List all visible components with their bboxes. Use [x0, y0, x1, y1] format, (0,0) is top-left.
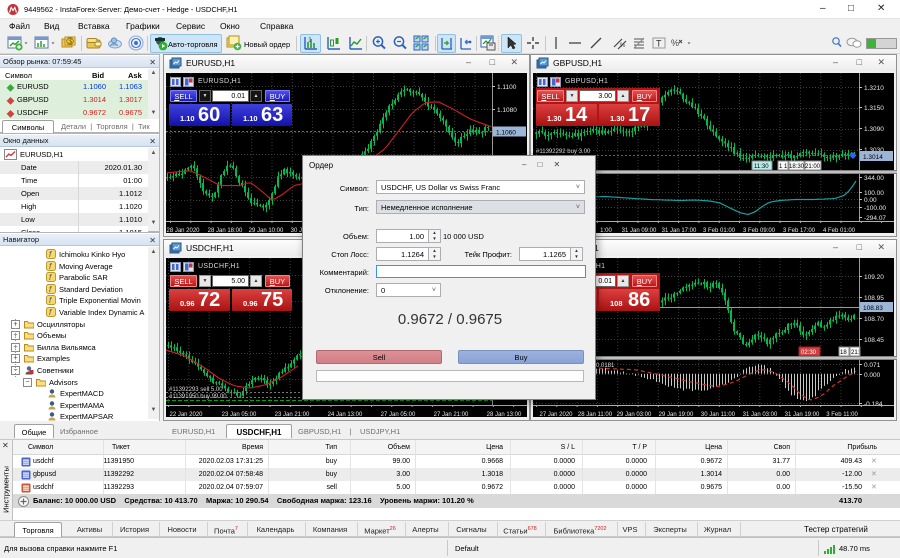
svg-text:$: $	[68, 39, 72, 46]
svg-text:T: T	[656, 39, 662, 49]
svg-text:%: %	[671, 38, 679, 48]
svg-text:1: 1	[308, 37, 312, 44]
svg-text:%: %	[620, 43, 626, 49]
